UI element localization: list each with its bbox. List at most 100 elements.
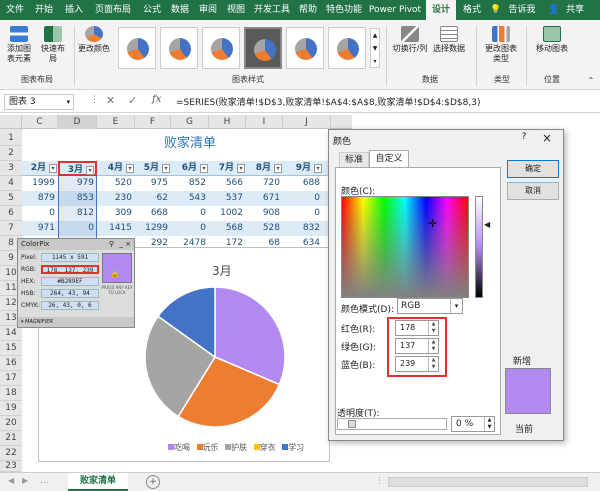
select-data-button[interactable]: 选择数据 (432, 26, 466, 54)
spinner-icon[interactable]: ▲ ▼ (428, 321, 438, 335)
tab-data[interactable]: 数据 (166, 0, 194, 20)
table-cell[interactable]: 832 (283, 221, 323, 236)
chart-legend[interactable]: 吃喝 玩乐 护肤 穿衣 学习 (168, 442, 308, 454)
tab-view[interactable]: 视图 (222, 0, 250, 20)
move-chart-button[interactable]: 移动图表 (532, 26, 572, 54)
collapse-ribbon-icon[interactable]: ⌃ (586, 76, 596, 86)
scroll-menu-icon[interactable]: ⋮ (375, 476, 384, 486)
luminance-slider[interactable] (475, 196, 483, 298)
close-button[interactable]: × (535, 131, 559, 146)
quick-layout-button[interactable]: 快速布局 (38, 26, 68, 64)
table-cell[interactable]: 0 (22, 206, 58, 221)
magnifier-bar[interactable]: ▾ MAGNIFIER (18, 317, 134, 327)
row-header[interactable]: 3 (0, 161, 22, 176)
transparency-input[interactable]: 0 % ▲ ▼ (451, 416, 495, 432)
next-sheet-icon[interactable]: ▶ (22, 476, 28, 485)
filter-dropdown-icon[interactable]: ▾ (86, 166, 94, 175)
table-header-cell[interactable]: 6月 ▾ (171, 161, 209, 176)
hex-value[interactable]: #B289EF (41, 277, 99, 286)
change-chart-type-button[interactable]: 更改图表类型 (482, 26, 520, 64)
filter-dropdown-icon[interactable]: ▾ (49, 164, 57, 173)
row-header[interactable]: 2 (0, 146, 22, 161)
row-header[interactable]: 20 (0, 416, 22, 431)
row-header[interactable]: 7 (0, 221, 22, 236)
table-cell[interactable]: 309 (97, 206, 135, 221)
column-header[interactable]: C (22, 115, 58, 129)
chart-style-3[interactable] (202, 27, 240, 69)
tab-power-pivot[interactable]: Power Pivot (366, 0, 424, 20)
table-cell[interactable]: 975 (135, 176, 171, 191)
fx-icon[interactable]: fx (152, 94, 161, 105)
table-cell[interactable]: 568 (209, 221, 246, 236)
row-header[interactable]: 23 (0, 461, 22, 472)
transparency-slider[interactable] (337, 418, 447, 430)
tab-insert[interactable]: 插入 (60, 0, 88, 20)
tab-help[interactable]: 帮助 (294, 0, 322, 20)
rgb-value[interactable]: 178, 137, 239 (41, 265, 99, 274)
table-cell[interactable]: 853 (58, 191, 97, 206)
row-header[interactable]: 18 (0, 386, 22, 401)
change-colors-button[interactable]: 更改颜色 (78, 26, 110, 54)
row-header[interactable]: 19 (0, 401, 22, 416)
table-cell[interactable]: 671 (246, 191, 283, 206)
tab-review[interactable]: 审阅 (194, 0, 222, 20)
table-cell[interactable]: 62 (135, 191, 171, 206)
chart-style-1[interactable] (118, 27, 156, 69)
table-cell[interactable]: 812 (58, 206, 97, 221)
table-cell[interactable]: 1999 (22, 176, 58, 191)
table-cell[interactable]: 520 (97, 176, 135, 191)
name-box[interactable]: 图表 3 ▾ (4, 94, 74, 110)
table-cell[interactable]: 0 (283, 191, 323, 206)
chart-style-4[interactable] (244, 27, 282, 69)
table-header-cell[interactable]: 7月 ▾ (209, 161, 246, 176)
more-sheets-icon[interactable]: … (40, 476, 49, 486)
spinner-icon[interactable]: ▲ ▼ (428, 339, 438, 353)
sheet-tab-active[interactable]: 败家清单 (68, 473, 128, 491)
tab-standard[interactable]: 标准 (339, 152, 369, 168)
chart-title[interactable]: 3月 (212, 262, 232, 279)
horizontal-scrollbar[interactable] (388, 477, 588, 487)
row-header[interactable]: 15 (0, 341, 22, 356)
slider-arrow-icon[interactable]: ◀ (484, 220, 490, 229)
column-header[interactable]: G (171, 115, 209, 129)
prev-sheet-icon[interactable]: ◀ (8, 476, 14, 485)
row-header[interactable]: 21 (0, 431, 22, 446)
tab-format[interactable]: 格式 (458, 0, 486, 20)
chart-style-5[interactable] (286, 27, 324, 69)
table-header-cell[interactable]: 4月 ▾ (97, 161, 135, 176)
table-cell[interactable]: 971 (22, 221, 58, 236)
table-cell[interactable]: 0 (171, 206, 209, 221)
row-header[interactable]: 4 (0, 176, 22, 191)
table-cell[interactable]: 230 (97, 191, 135, 206)
tab-custom[interactable]: 自定义 (369, 150, 409, 168)
tab-file[interactable]: 文件 (2, 0, 28, 20)
pie-chart[interactable] (140, 282, 290, 432)
table-cell[interactable]: 668 (135, 206, 171, 221)
row-header[interactable]: 16 (0, 356, 22, 371)
tab-page-layout[interactable]: 页面布局 (90, 0, 136, 20)
color-model-select[interactable]: RGB ▾ (397, 298, 463, 314)
tab-developer[interactable]: 开发工具 (250, 0, 294, 20)
blue-input[interactable]: 239 ▲ ▼ (395, 356, 439, 372)
cancel-button[interactable]: 取消 (507, 182, 559, 200)
spinner-icon[interactable]: ▲ ▼ (428, 357, 438, 371)
share-button[interactable]: 共享 (560, 0, 590, 20)
hsb-value[interactable]: 264, 43, 94 (41, 289, 99, 298)
row-header[interactable]: 17 (0, 371, 22, 386)
filter-dropdown-icon[interactable]: ▾ (314, 164, 322, 173)
column-header[interactable]: I (246, 115, 283, 129)
tab-design[interactable]: 设计 (426, 0, 456, 20)
chart-style-6[interactable] (328, 27, 366, 69)
slider-thumb[interactable] (348, 420, 356, 428)
color-spectrum-picker[interactable]: ✛ (341, 196, 469, 298)
cancel-icon[interactable]: ✕ (106, 94, 115, 107)
column-header[interactable]: D (58, 115, 97, 129)
pixel-value[interactable]: 1145 x 591 (41, 253, 99, 262)
column-header[interactable]: E (97, 115, 135, 129)
row-header[interactable]: 22 (0, 446, 22, 461)
ok-button[interactable]: 确定 (507, 160, 559, 178)
table-cell[interactable]: 0 (283, 206, 323, 221)
table-cell[interactable]: 688 (283, 176, 323, 191)
green-input[interactable]: 137 ▲ ▼ (395, 338, 439, 354)
table-header-cell-selected[interactable]: 3月 ▾ (58, 161, 97, 176)
